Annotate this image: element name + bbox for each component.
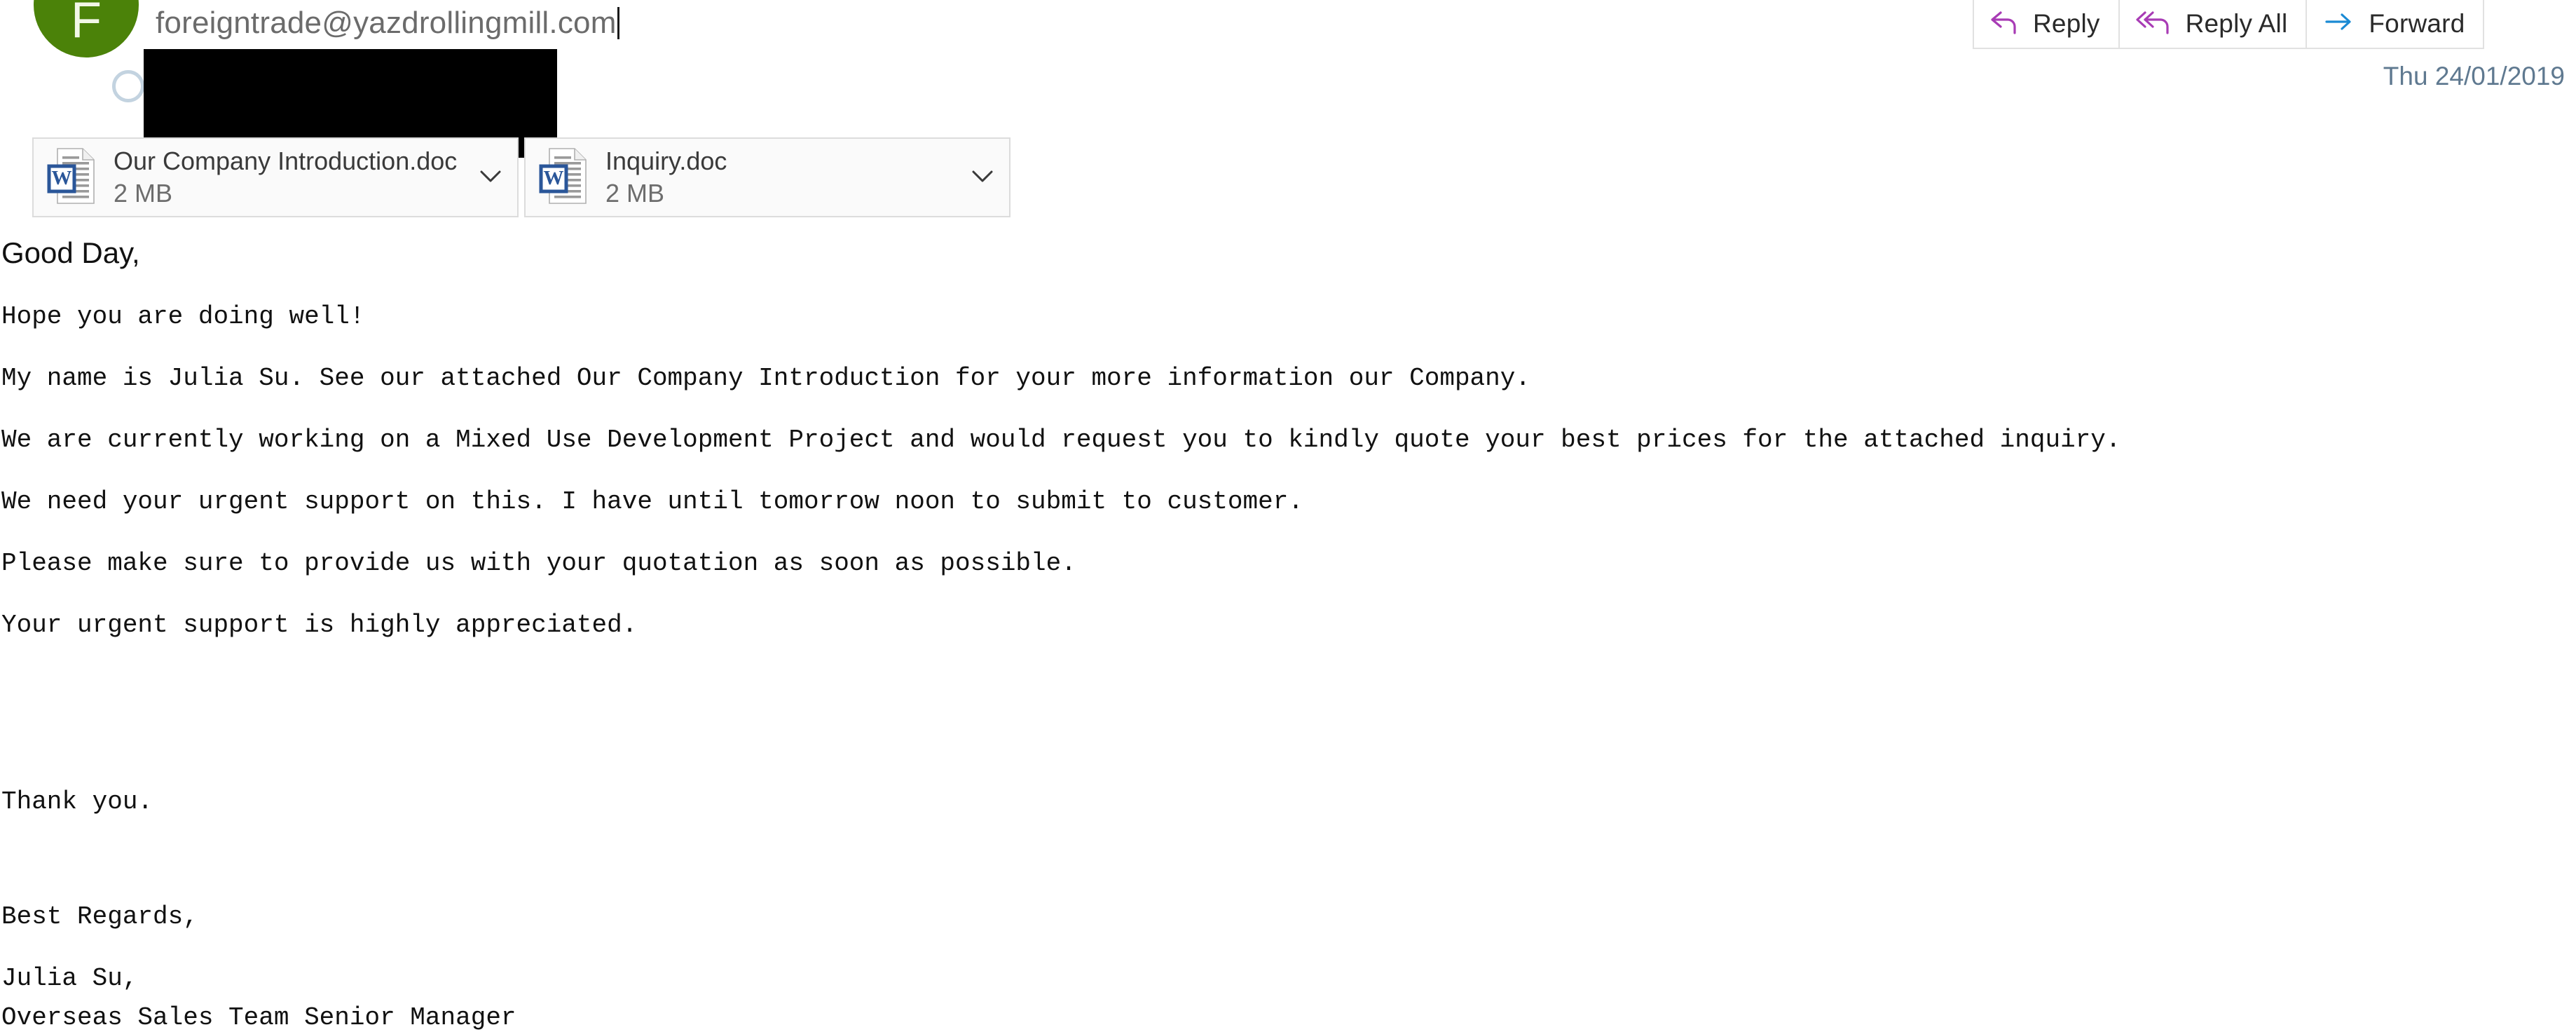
attachment-info: Inquiry.doc 2 MB — [605, 147, 961, 208]
reply-all-button[interactable]: Reply All — [2118, 0, 2306, 49]
signature-name: Julia Su, — [1, 964, 138, 993]
reply-all-arrow-icon — [2135, 8, 2173, 40]
attachment-item[interactable]: W Our Company Introduction.doc 2 MB — [32, 137, 519, 217]
svg-text:W: W — [52, 167, 72, 189]
attachment-size: 2 MB — [605, 179, 665, 208]
message-paragraph: Please make sure to provide us with your… — [1, 549, 1076, 578]
reply-arrow-icon — [1989, 8, 2020, 40]
message-actions-toolbar: Reply Reply All Forward — [1973, 0, 2485, 49]
forward-button-label: Forward — [2369, 9, 2465, 38]
forward-arrow-icon — [2322, 8, 2356, 40]
avatar-circle: F — [34, 0, 139, 57]
message-paragraph: We need your urgent support on this. I h… — [1, 487, 1303, 516]
attachment-name: Our Company Introduction.doc — [114, 147, 458, 175]
chevron-down-icon[interactable] — [477, 166, 505, 189]
presence-indicator-icon — [112, 70, 144, 102]
message-paragraph: Your urgent support is highly appreciate… — [1, 611, 638, 639]
forward-button[interactable]: Forward — [2306, 0, 2485, 49]
svg-text:W: W — [544, 167, 564, 189]
message-greeting: Good Day, — [1, 236, 140, 269]
avatar[interactable]: F — [34, 0, 144, 105]
attachment-item[interactable]: W Inquiry.doc 2 MB — [524, 137, 1010, 217]
attachment-name: Inquiry.doc — [605, 147, 727, 175]
attachment-list: W Our Company Introduction.doc 2 MB W In… — [32, 137, 1010, 217]
sender-email-field[interactable]: foreigntrade@yazdrollingmill.com — [156, 6, 619, 41]
text-cursor — [617, 7, 619, 39]
attachment-size: 2 MB — [114, 179, 173, 208]
message-paragraph: We are currently working on a Mixed Use … — [1, 426, 2121, 454]
message-regards: Best Regards, — [1, 902, 198, 931]
chevron-down-icon[interactable] — [968, 166, 996, 189]
reply-button[interactable]: Reply — [1973, 0, 2118, 49]
attachment-info: Our Company Introduction.doc 2 MB — [114, 147, 470, 208]
message-closing: Thank you. — [1, 787, 153, 816]
word-document-icon: W — [538, 147, 590, 209]
message-body: Good Day, Hope you are doing well! My na… — [0, 238, 2576, 1031]
reply-button-label: Reply — [2033, 9, 2100, 38]
avatar-initial: F — [71, 0, 102, 48]
signature-title: Overseas Sales Team Senior Manager — [1, 1003, 516, 1032]
message-paragraph: My name is Julia Su. See our attached Ou… — [1, 364, 1530, 393]
message-paragraph: Hope you are doing well! — [1, 302, 365, 331]
word-document-icon: W — [46, 147, 98, 209]
message-date: Thu 24/01/2019 — [2383, 62, 2565, 90]
reply-all-button-label: Reply All — [2185, 9, 2288, 38]
sender-email-text: foreigntrade@yazdrollingmill.com — [156, 6, 617, 40]
